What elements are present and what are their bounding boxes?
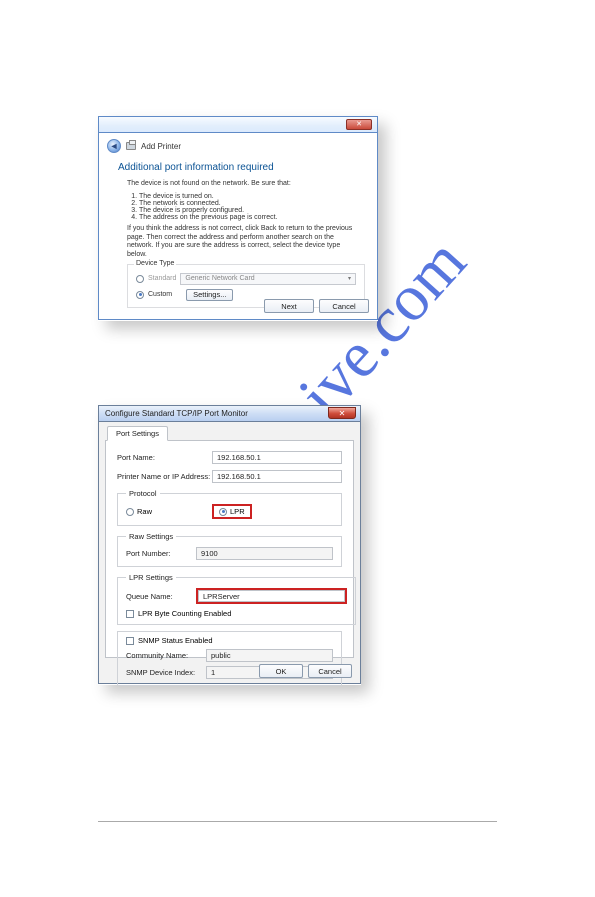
title-bar: ✕ [98,116,378,133]
raw-settings-group: Raw Settings Port Number: 9100 [117,532,342,567]
lpr-byte-checkbox[interactable] [126,610,134,618]
requirements-list: The device is turned on. The network is … [127,193,370,221]
cancel-button[interactable]: Cancel [308,664,352,678]
queue-name-label: Queue Name: [126,592,196,601]
printer-icon [126,142,136,150]
ip-address-label: Printer Name or IP Address: [117,472,212,481]
raw-radio[interactable] [126,508,134,516]
close-icon[interactable]: ✕ [328,407,356,419]
lpr-highlight-box: LPR [212,504,252,519]
breadcrumb: ◄ Add Printer [107,139,370,153]
dialog-title: Configure Standard TCP/IP Port Monitor [105,409,248,418]
list-item: The network is connected. [139,200,370,207]
lpr-byte-label: LPR Byte Counting Enabled [138,609,231,618]
combo-value: Generic Network Card [185,275,254,282]
lpr-settings-group: LPR Settings Queue Name: LPRServer LPR B… [117,573,356,625]
add-printer-dialog: ✕ ◄ Add Printer Additional port informat… [98,116,378,321]
protocol-group: Protocol Raw LPR [117,489,342,526]
tab-panel: Port Name: 192.168.50.1 Printer Name or … [105,440,354,658]
intro-text: The device is not found on the network. … [127,180,370,189]
port-number-label: Port Number: [126,549,196,558]
port-name-input[interactable]: 192.168.50.1 [212,451,342,464]
community-label: Community Name: [126,651,206,660]
snmp-checkbox[interactable] [126,637,134,645]
standard-combo[interactable]: Generic Network Card ▾ [180,273,356,285]
list-item: The device is turned on. [139,193,370,200]
close-icon[interactable]: ✕ [346,119,372,130]
standard-label: Standard [148,275,176,282]
cancel-button[interactable]: Cancel [319,299,369,313]
lpr-settings-legend: LPR Settings [126,573,176,582]
community-input: public [206,649,333,662]
tab-port-settings[interactable]: Port Settings [107,426,168,441]
instruction-text: If you think the address is not correct,… [127,225,357,260]
queue-name-input[interactable]: LPRServer [198,590,345,602]
footer-divider [98,821,497,822]
dialog-body: Port Settings Port Name: 192.168.50.1 Pr… [98,422,361,684]
lpr-radio[interactable] [219,508,227,516]
queue-highlight-box: LPRServer [196,588,347,604]
snmp-label: SNMP Status Enabled [138,636,213,645]
back-icon[interactable]: ◄ [107,139,121,153]
group-legend: Device Type [134,260,176,267]
dialog-body: ◄ Add Printer Additional port informatio… [98,133,378,320]
title-bar: Configure Standard TCP/IP Port Monitor ✕ [98,405,361,422]
lpr-label: LPR [230,507,245,516]
ip-address-input[interactable]: 192.168.50.1 [212,470,342,483]
configure-port-dialog: Configure Standard TCP/IP Port Monitor ✕… [98,405,361,685]
chevron-down-icon: ▾ [348,275,351,282]
port-name-label: Port Name: [117,453,212,462]
next-button[interactable]: Next [264,299,314,313]
list-item: The device is properly configured. [139,207,370,214]
raw-settings-legend: Raw Settings [126,532,176,541]
protocol-legend: Protocol [126,489,160,498]
snmp-index-label: SNMP Device Index: [126,668,206,677]
page-title: Additional port information required [118,162,370,173]
raw-label: Raw [137,507,152,516]
port-number-input: 9100 [196,547,333,560]
ok-button[interactable]: OK [259,664,303,678]
custom-label: Custom [148,291,172,298]
custom-radio[interactable] [136,291,144,299]
standard-radio[interactable] [136,275,144,283]
breadcrumb-label: Add Printer [141,142,181,151]
settings-button[interactable]: Settings... [186,289,233,301]
list-item: The address on the previous page is corr… [139,214,370,221]
